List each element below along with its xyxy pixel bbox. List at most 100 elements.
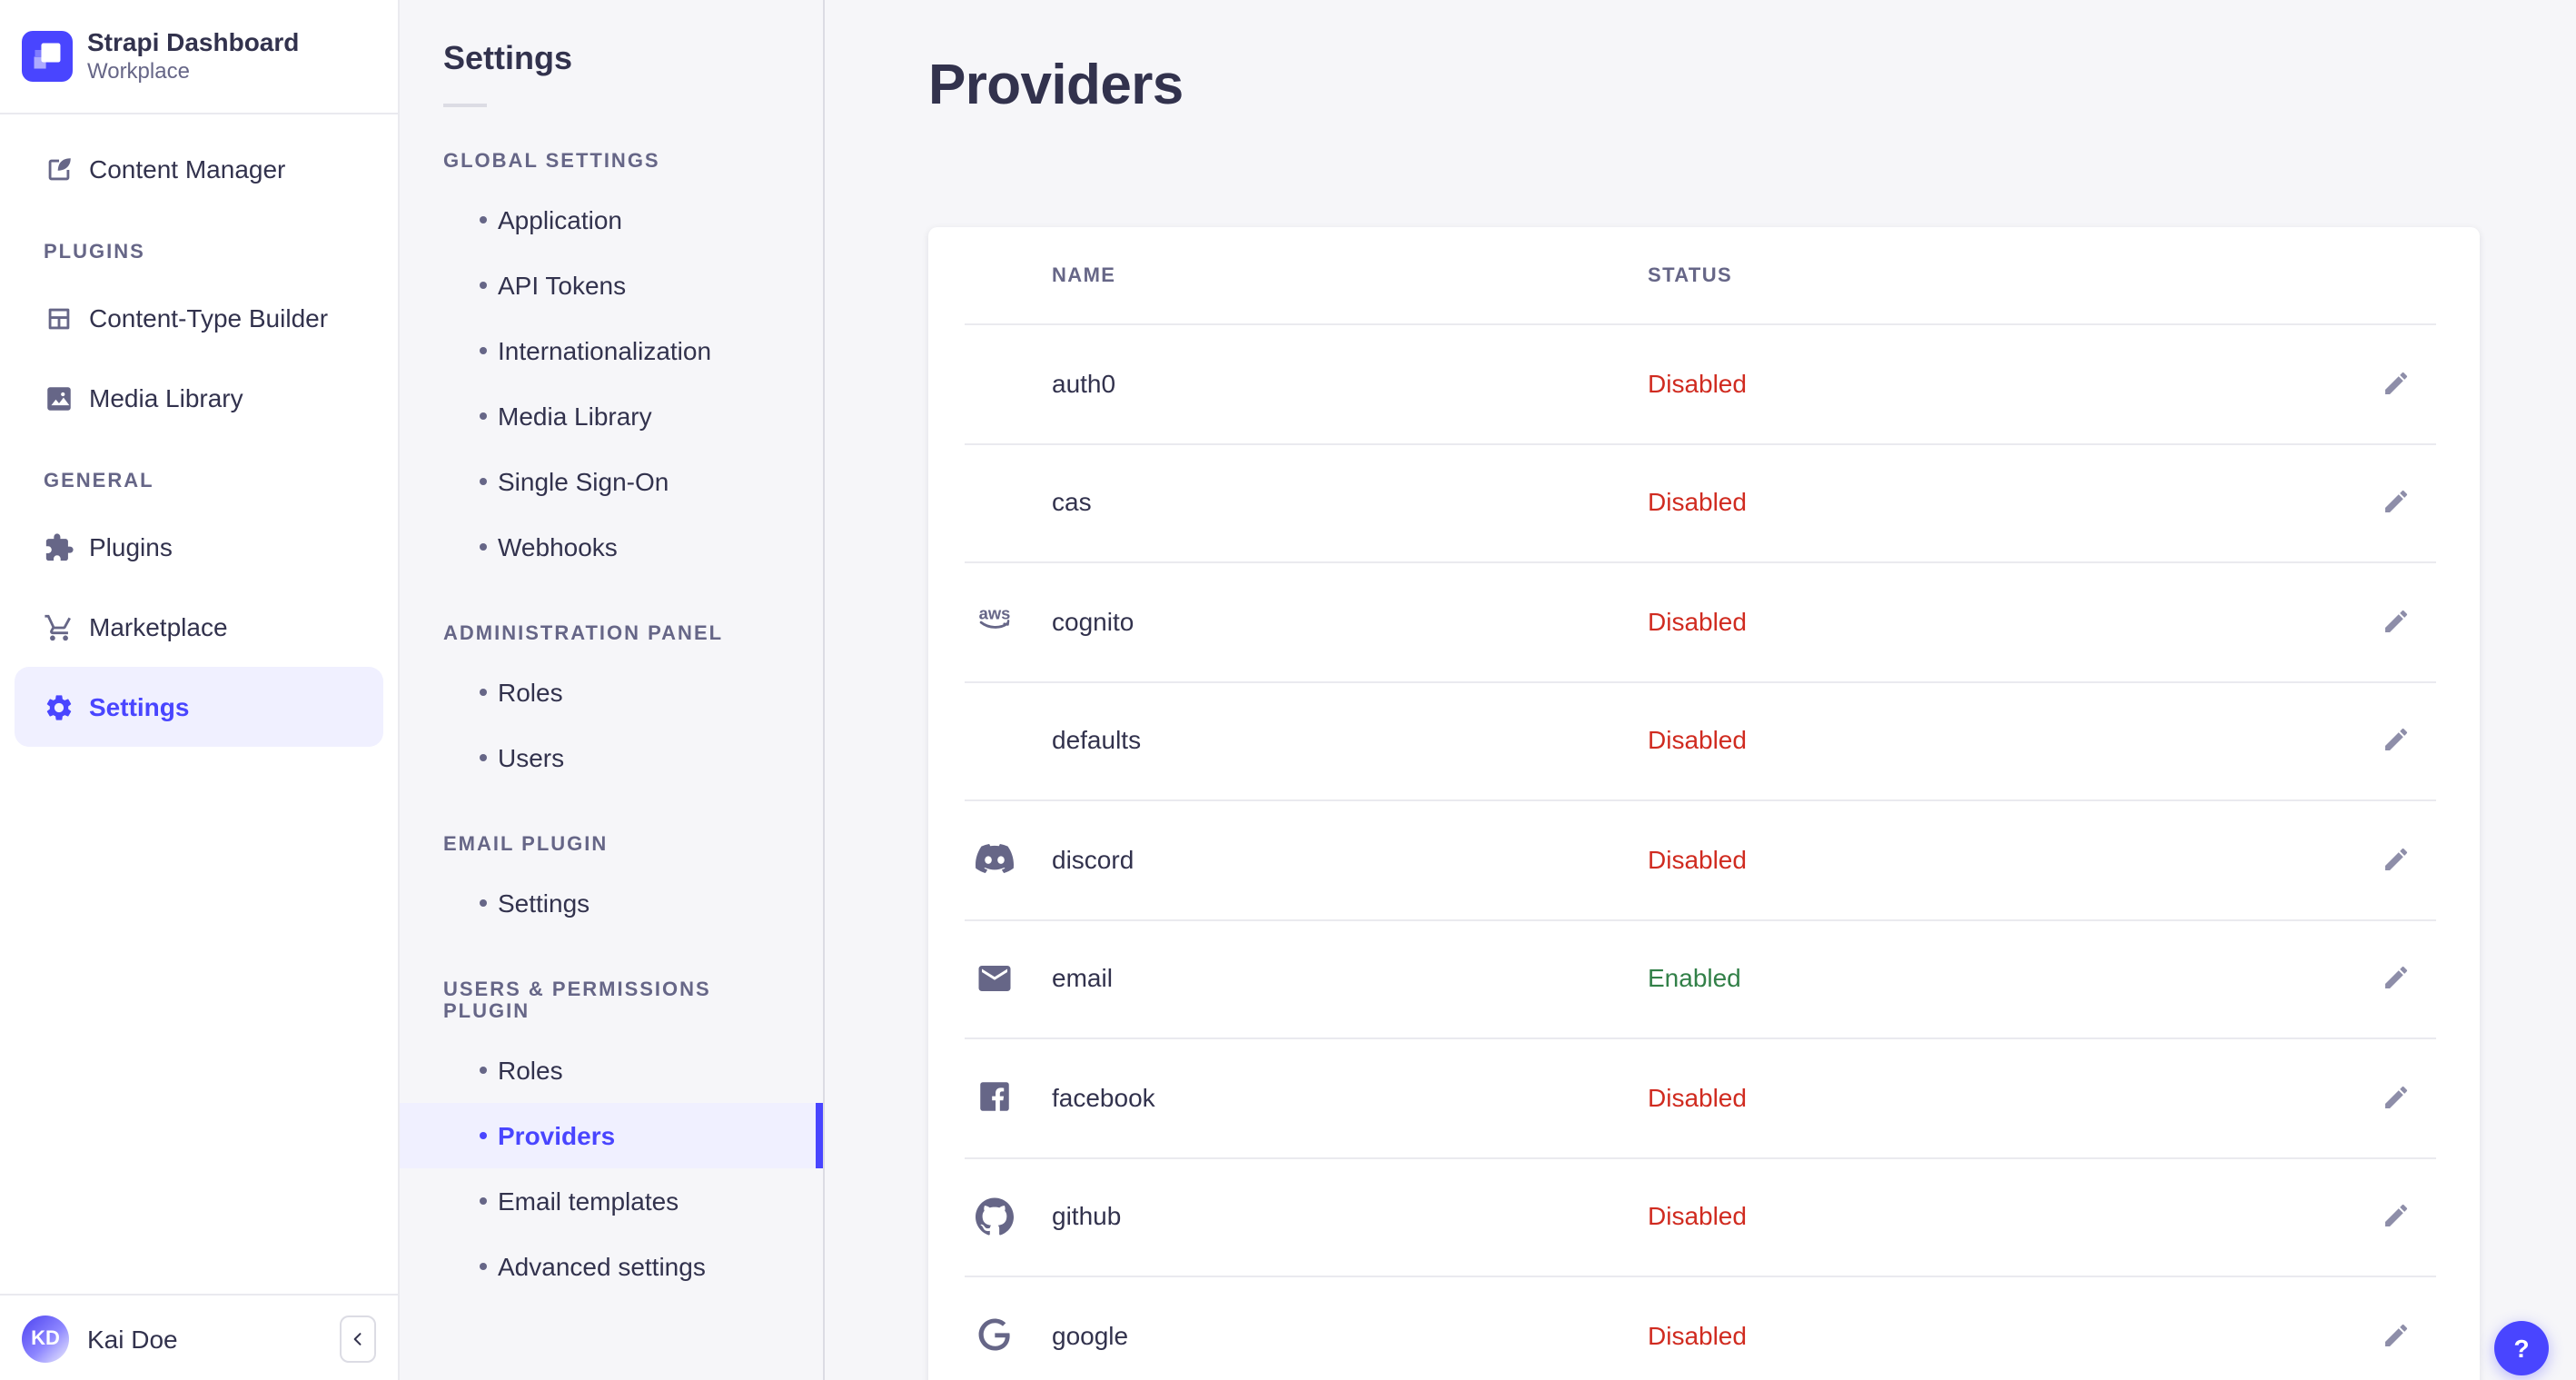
subnav-item-label: Single Sign-On — [498, 467, 669, 496]
sidebar-item-label: Settings — [89, 692, 190, 721]
subnav-section-label: EMAIL PLUGIN — [443, 834, 609, 856]
email-icon — [974, 959, 1014, 998]
sidebar-item-content-type-builder[interactable]: Content-Type Builder — [15, 278, 383, 358]
table-header: NAME STATUS — [928, 227, 2480, 323]
bullet-icon — [480, 1263, 487, 1270]
table-row[interactable]: google Disabled — [928, 1276, 2480, 1380]
bullet-icon — [480, 1132, 487, 1139]
content-manager-icon — [44, 154, 74, 184]
subnav-section-administration-panel: ADMINISTRATION PANEL Roles Users — [400, 623, 823, 790]
sidebar-item-content-manager[interactable]: Content Manager — [15, 129, 383, 209]
nav-section-general: GENERAL — [44, 471, 154, 492]
google-icon — [974, 1316, 1014, 1355]
column-header-name: NAME — [1052, 264, 1116, 286]
sidebar-item-settings[interactable]: Settings — [15, 667, 383, 747]
subnav-item-label: Media Library — [498, 402, 652, 431]
table-row[interactable]: discord Disabled — [928, 799, 2480, 918]
cart-icon — [44, 611, 74, 642]
table-row[interactable]: defaults Disabled — [928, 680, 2480, 799]
nav-section-plugins: PLUGINS — [44, 242, 145, 263]
table-row[interactable]: cas Disabled — [928, 442, 2480, 561]
subnav-item-label: Email templates — [498, 1186, 679, 1216]
pencil-icon — [2382, 369, 2411, 398]
subnav-item-admin-roles[interactable]: Roles — [400, 660, 823, 725]
provider-status: Disabled — [1648, 1320, 1747, 1350]
media-library-icon — [44, 382, 74, 413]
content-type-builder-icon — [44, 303, 74, 333]
bullet-icon — [480, 1197, 487, 1205]
avatar[interactable]: KD — [22, 1315, 69, 1362]
provider-status: Disabled — [1648, 606, 1747, 636]
edit-provider-button[interactable] — [2382, 964, 2411, 993]
sidebar-item-label: Plugins — [89, 532, 173, 561]
provider-name: cas — [1052, 487, 1092, 517]
bullet-icon — [480, 899, 487, 907]
provider-status: Enabled — [1648, 963, 1741, 993]
providers-table-card: NAME STATUS auth0 Disabled cas Disabled … — [928, 227, 2480, 1380]
discord-icon — [974, 840, 1014, 879]
collapse-sidebar-button[interactable] — [340, 1315, 376, 1362]
bullet-icon — [480, 543, 487, 551]
subnav-item-api-tokens[interactable]: API Tokens — [400, 253, 823, 318]
github-icon — [974, 1197, 1014, 1236]
pencil-icon — [2382, 845, 2411, 874]
pencil-icon — [2382, 607, 2411, 636]
sidebar-item-media-library[interactable]: Media Library — [15, 358, 383, 438]
sidebar-item-marketplace[interactable]: Marketplace — [15, 587, 383, 667]
subnav-item-internationalization[interactable]: Internationalization — [400, 318, 823, 383]
subnav-item-up-roles[interactable]: Roles — [400, 1037, 823, 1103]
subnav-item-providers[interactable]: Providers — [400, 1103, 823, 1168]
user-name: Kai Doe — [87, 1324, 178, 1353]
edit-provider-button[interactable] — [2382, 1083, 2411, 1112]
subnav-item-email-templates[interactable]: Email templates — [400, 1168, 823, 1234]
table-row[interactable]: auth0 Disabled — [928, 323, 2480, 442]
edit-provider-button[interactable] — [2382, 726, 2411, 755]
subnav-section-label: GLOBAL SETTINGS — [443, 151, 660, 173]
provider-status: Disabled — [1648, 844, 1747, 874]
table-row[interactable]: github Disabled — [928, 1157, 2480, 1276]
app-title: Strapi Dashboard — [87, 27, 300, 56]
subnav-title: Settings — [443, 40, 573, 76]
sidebar-item-plugins[interactable]: Plugins — [15, 507, 383, 587]
table-row[interactable]: email Enabled — [928, 918, 2480, 1037]
help-button[interactable]: ? — [2494, 1321, 2549, 1375]
subnav-item-single-sign-on[interactable]: Single Sign-On — [400, 449, 823, 514]
table-row[interactable]: cognito Disabled — [928, 561, 2480, 680]
provider-status: Disabled — [1648, 1082, 1747, 1112]
subnav-item-label: Webhooks — [498, 532, 618, 561]
edit-provider-button[interactable] — [2382, 1321, 2411, 1350]
facebook-icon — [974, 1078, 1014, 1117]
subnav-section-label: USERS & PERMISSIONS PLUGIN — [443, 979, 711, 1023]
main-sidebar: Strapi Dashboard Workplace Content Manag… — [0, 0, 400, 1380]
chevron-left-icon — [353, 1332, 362, 1345]
provider-status: Disabled — [1648, 1201, 1747, 1231]
sidebar-item-label: Marketplace — [89, 612, 228, 641]
subnav-item-email-settings[interactable]: Settings — [400, 870, 823, 936]
edit-provider-button[interactable] — [2382, 607, 2411, 636]
subnav-item-webhooks[interactable]: Webhooks — [400, 514, 823, 580]
aws-icon — [974, 602, 1014, 640]
pencil-icon — [2382, 1202, 2411, 1231]
subnav-item-label: Roles — [498, 678, 563, 707]
subnav-section-email-plugin: EMAIL PLUGIN Settings — [400, 834, 823, 936]
subnav-item-media-library[interactable]: Media Library — [400, 383, 823, 449]
sidebar-footer: KD Kai Doe — [0, 1294, 398, 1380]
main-nav-list: Content Manager PLUGINS Content-Type Bui… — [0, 114, 398, 747]
strapi-logo-icon — [22, 31, 73, 82]
edit-provider-button[interactable] — [2382, 369, 2411, 398]
subnav-item-application[interactable]: Application — [400, 187, 823, 253]
edit-provider-button[interactable] — [2382, 488, 2411, 517]
table-row[interactable]: facebook Disabled — [928, 1037, 2480, 1157]
edit-provider-button[interactable] — [2382, 845, 2411, 874]
provider-name: defaults — [1052, 725, 1142, 755]
subnav-section-users-permissions-plugin: USERS & PERMISSIONS PLUGIN Roles Provide… — [400, 979, 823, 1299]
subnav-item-admin-users[interactable]: Users — [400, 725, 823, 790]
subnav-item-advanced-settings[interactable]: Advanced settings — [400, 1234, 823, 1299]
gear-icon — [44, 691, 74, 722]
app-window: Strapi Dashboard Workplace Content Manag… — [0, 0, 2576, 1380]
provider-name: discord — [1052, 844, 1134, 874]
edit-provider-button[interactable] — [2382, 1202, 2411, 1231]
workspace-name: Workplace — [87, 58, 190, 84]
main-content: Providers NAME STATUS auth0 Disabled cas… — [825, 0, 2576, 1380]
provider-name: auth0 — [1052, 368, 1116, 398]
